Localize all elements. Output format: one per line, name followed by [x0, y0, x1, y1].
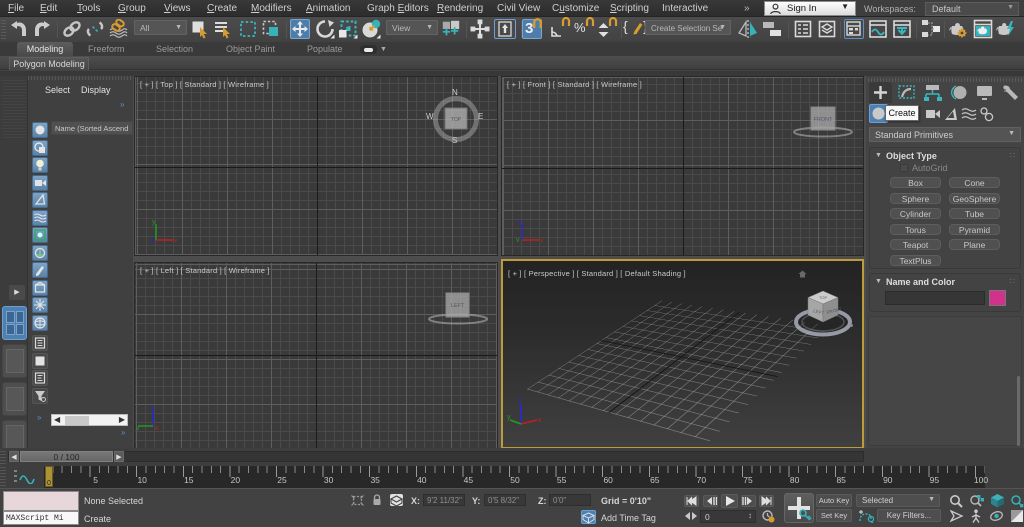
svg-text:x: x [155, 425, 159, 430]
svg-text:TOP: TOP [819, 295, 827, 300]
svg-text:x: x [538, 417, 542, 424]
svg-text:FRONT: FRONT [814, 117, 834, 123]
svg-text:TOP: TOP [451, 117, 462, 123]
svg-text:z: z [151, 237, 155, 242]
svg-text:z: z [150, 405, 154, 412]
svg-text:y: y [152, 219, 156, 226]
svg-text:z: z [518, 398, 522, 405]
svg-text:LEFT: LEFT [451, 303, 465, 309]
svg-text:z: z [518, 219, 522, 226]
svg-text:y: y [507, 414, 511, 421]
svg-text:x: x [540, 238, 544, 242]
svg-text:x: x [174, 238, 178, 242]
svg-text:y: y [516, 237, 520, 242]
svg-text:y: y [136, 425, 140, 430]
